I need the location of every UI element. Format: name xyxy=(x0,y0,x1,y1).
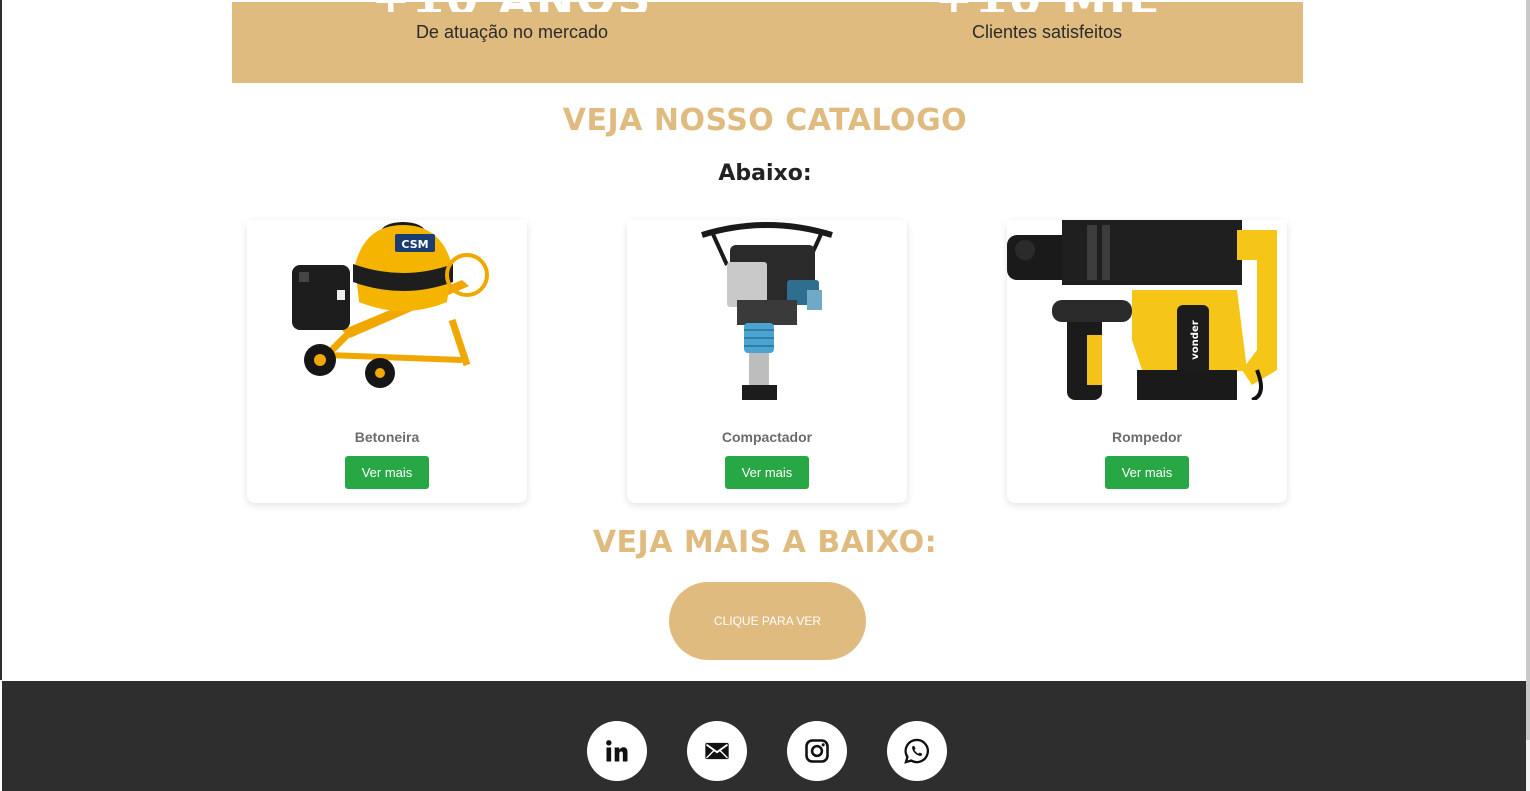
page-left-edge xyxy=(0,0,2,680)
stat-clients-label: Clientes satisfeitos xyxy=(971,22,1123,42)
catalog-subtitle: Abaixo: xyxy=(718,161,812,186)
footer xyxy=(2,681,1526,791)
instagram-icon[interactable] xyxy=(787,721,847,781)
stats-band: +10 ANOS De atuação no mercado +10 MIL C… xyxy=(232,0,1303,83)
product-name: Betoneira xyxy=(354,429,420,445)
linkedin-icon[interactable] xyxy=(587,721,647,781)
product-card-betoneira: CSM Betoneira Ver mais xyxy=(247,220,527,503)
email-icon[interactable] xyxy=(687,721,747,781)
product-card-compactador: Compactador Ver mais xyxy=(627,220,907,503)
ver-mais-button[interactable]: Ver mais xyxy=(345,456,429,489)
stat-years-label: De atuação no mercado xyxy=(415,22,609,42)
product-name: Rompedor xyxy=(1112,429,1182,445)
rompedor-image: vonder xyxy=(1007,220,1287,400)
product-name: Compactador xyxy=(721,429,813,445)
stat-clients-value: +10 MIL xyxy=(797,0,1297,12)
see-more-title: VEJA MAIS A BAIXO: xyxy=(592,525,938,560)
ver-mais-button[interactable]: Ver mais xyxy=(1105,456,1189,489)
compactador-image xyxy=(627,220,907,400)
ver-mais-button[interactable]: Ver mais xyxy=(725,456,809,489)
catalog-title: VEJA NOSSO CATALOGO xyxy=(562,103,968,138)
stat-years-value: +10 ANOS xyxy=(262,0,762,12)
click-to-see-button[interactable]: CLIQUE PARA VER xyxy=(669,582,866,660)
svg-text:vonder: vonder xyxy=(1190,320,1201,359)
betoneira-image: CSM xyxy=(247,220,527,400)
whatsapp-icon[interactable] xyxy=(887,721,947,781)
svg-text:CSM: CSM xyxy=(401,238,428,251)
product-card-rompedor: vonder Rompedor Ver mais xyxy=(1007,220,1287,503)
